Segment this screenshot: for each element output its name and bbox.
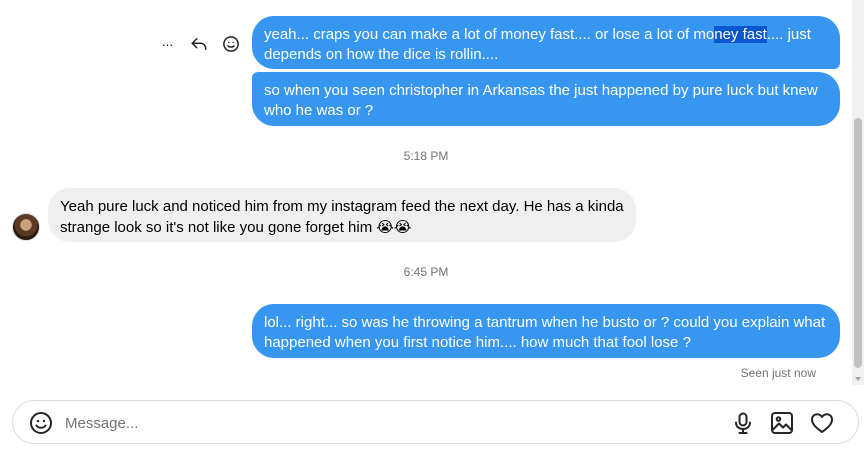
microphone-icon[interactable]: [731, 411, 755, 435]
selected-text: ney fast: [714, 26, 767, 43]
timestamp: 6:45 PM: [403, 265, 449, 279]
image-icon[interactable]: [770, 411, 794, 435]
message-actions: ···: [156, 33, 242, 55]
message-text: lol... right... so was he throwing a tan…: [264, 314, 826, 351]
scroll-down-arrow-icon[interactable]: [855, 377, 861, 381]
heart-icon[interactable]: [810, 411, 834, 435]
reply-icon[interactable]: [188, 33, 210, 55]
timestamp: 5:18 PM: [403, 149, 449, 163]
seen-status: Seen just now: [740, 366, 816, 380]
message-bubble-outgoing[interactable]: yeah... craps you can make a lot of mone…: [252, 16, 840, 69]
message-text: so when you seen christopher in Arkansas…: [264, 82, 818, 119]
avatar[interactable]: [12, 213, 40, 241]
message-text: yeah... craps you can make a lot of mone…: [264, 26, 715, 43]
message-bubble-outgoing[interactable]: lol... right... so was he throwing a tan…: [252, 304, 840, 358]
message-bubble-outgoing[interactable]: so when you seen christopher in Arkansas…: [252, 72, 840, 126]
message-thread[interactable]: ··· yeah... craps you can make a lot of …: [0, 0, 852, 390]
emoji-icon[interactable]: [29, 411, 53, 435]
scrollbar-thumb[interactable]: [854, 118, 862, 368]
more-horizontal-icon[interactable]: ···: [156, 33, 178, 55]
message-text: Yeah pure luck and noticed him from my i…: [60, 198, 624, 236]
message-input[interactable]: [63, 409, 667, 437]
scrollbar[interactable]: [852, 0, 864, 385]
emoji-react-icon[interactable]: [220, 33, 242, 55]
more-glyph: ···: [161, 36, 174, 52]
crying-emoji: 😭😭: [376, 218, 412, 236]
message-composer: [12, 400, 859, 444]
message-bubble-incoming[interactable]: Yeah pure luck and noticed him from my i…: [48, 188, 636, 242]
